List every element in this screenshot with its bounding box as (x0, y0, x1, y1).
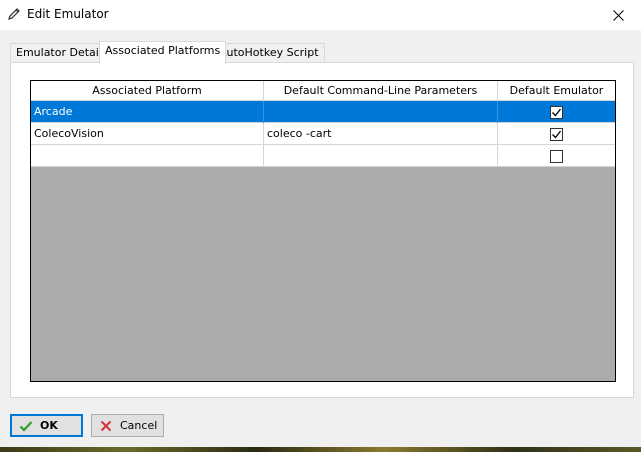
grid-header: Associated Platform Default Command-Line… (31, 81, 615, 101)
associated-platforms-panel: Associated Platform Default Command-Line… (10, 62, 634, 398)
checkmark-icon (19, 420, 33, 432)
grid-rows: Arcade ColecoVision coleco -cart (31, 101, 615, 167)
tab-associated-platforms[interactable]: Associated Platforms (99, 41, 227, 64)
background-strip (0, 447, 641, 452)
default-cell[interactable] (498, 145, 615, 167)
default-emulator-checkbox[interactable] (550, 105, 563, 119)
cancel-label: Cancel (120, 419, 158, 432)
table-row[interactable]: Arcade (31, 101, 615, 123)
default-cell[interactable] (498, 123, 615, 145)
tab-label: Associated Platforms (105, 44, 221, 57)
column-header-params[interactable]: Default Command-Line Parameters (264, 81, 498, 101)
window-title: Edit Emulator (27, 7, 109, 21)
tab-strip: Emulator Details Associated Platforms Au… (10, 41, 630, 64)
platform-cell[interactable]: ColecoVision (31, 123, 264, 145)
ok-label: OK (40, 419, 58, 432)
column-header-platform[interactable]: Associated Platform (31, 81, 264, 101)
ok-button[interactable]: OK (10, 414, 83, 437)
default-emulator-checkbox[interactable] (550, 127, 563, 141)
table-row-new[interactable] (31, 145, 615, 167)
params-cell[interactable] (264, 101, 498, 123)
platform-cell[interactable]: Arcade (31, 101, 264, 123)
x-icon (100, 420, 112, 431)
params-cell[interactable] (264, 145, 498, 167)
platform-cell[interactable] (31, 145, 264, 167)
pencil-icon (8, 8, 20, 20)
checkmark-icon (552, 108, 562, 116)
tab-autohotkey-script[interactable]: AutoHotkey Script (213, 43, 325, 63)
checkmark-icon (552, 130, 562, 138)
params-cell[interactable]: coleco -cart (264, 123, 498, 145)
close-icon (612, 9, 624, 21)
close-button[interactable] (595, 0, 641, 30)
platforms-grid[interactable]: Associated Platform Default Command-Line… (30, 80, 616, 382)
tab-label: Emulator Details (16, 46, 108, 59)
title-bar: Edit Emulator (0, 0, 641, 30)
default-emulator-checkbox[interactable] (550, 149, 563, 163)
column-header-default[interactable]: Default Emulator (498, 81, 615, 101)
default-cell[interactable] (498, 101, 615, 123)
tab-label: AutoHotkey Script (219, 46, 319, 59)
table-row[interactable]: ColecoVision coleco -cart (31, 123, 615, 145)
cancel-button[interactable]: Cancel (91, 414, 164, 437)
